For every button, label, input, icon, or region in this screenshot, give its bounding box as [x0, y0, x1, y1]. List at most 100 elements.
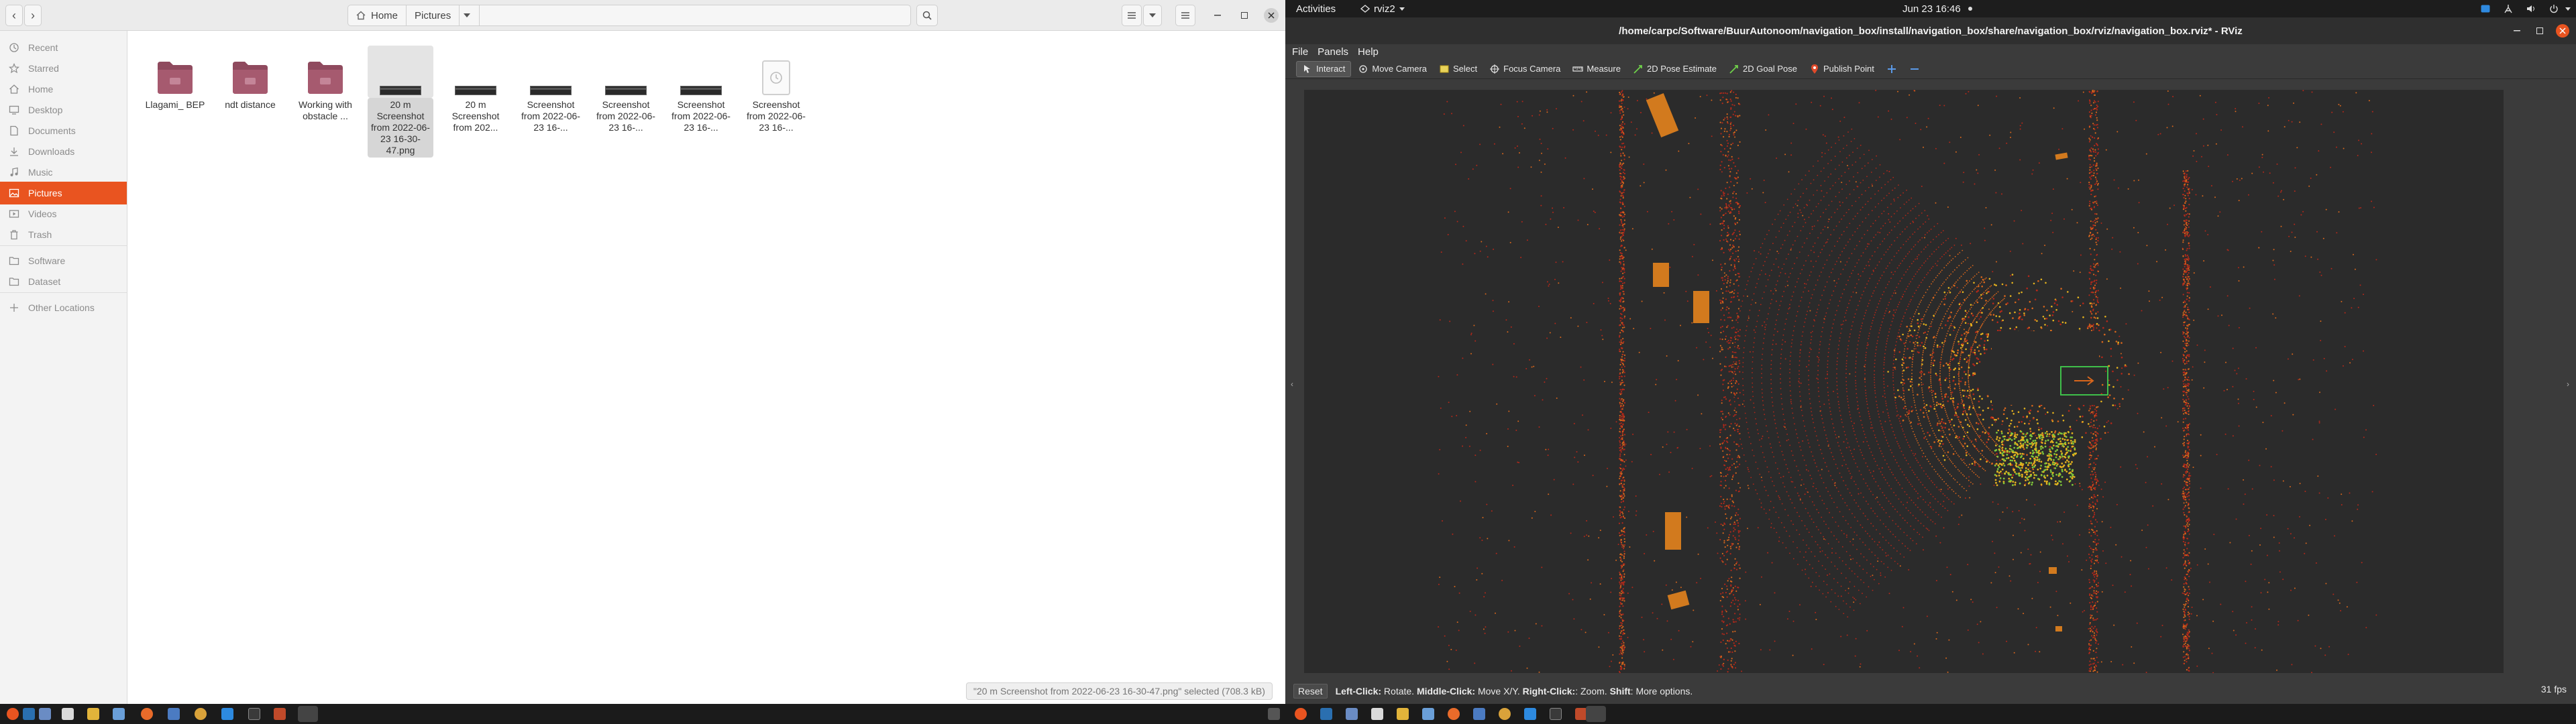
view-options-button[interactable] [1143, 5, 1162, 26]
right-dock-toggle[interactable]: › [2567, 379, 2569, 389]
file-item[interactable]: 20 m Screenshot from 2022-06-23 16-30-47… [368, 46, 433, 158]
view-list-button[interactable] [1122, 5, 1142, 26]
sidebar-item-downloads[interactable]: Downloads [0, 140, 127, 163]
cloud-point [2184, 497, 2186, 499]
tool-2d-pose-estimate[interactable]: 2D Pose Estimate [1627, 61, 1722, 77]
cloud-point [2068, 561, 2070, 562]
clock[interactable]: Jun 23 16:46 [1902, 0, 1973, 17]
cloud-point [2090, 147, 2092, 149]
add-tool-button[interactable] [1881, 61, 1902, 77]
search-button[interactable] [916, 5, 938, 26]
minimize-button[interactable] [1210, 8, 1225, 23]
sidebar-item-starred[interactable]: Starred [0, 57, 127, 80]
file-item[interactable]: Screenshot from 2022-06-23 16-... [593, 46, 659, 135]
cloud-point [2187, 308, 2189, 310]
cloud-point [2235, 634, 2237, 636]
menu-button[interactable] [1175, 5, 1195, 26]
close-button[interactable] [1264, 8, 1279, 23]
tool-select[interactable]: Select [1434, 61, 1483, 77]
cloud-point [1619, 229, 1621, 231]
sidebar-item-desktop[interactable]: Desktop [0, 99, 127, 121]
sidebar-item-recent[interactable]: Recent [0, 36, 127, 59]
sidebar-item-other-locations[interactable]: Other Locations [0, 296, 127, 319]
menu-file[interactable]: File [1292, 46, 1308, 58]
cloud-point [2188, 533, 2190, 535]
cloud-point [2184, 385, 2186, 387]
cloud-point [1790, 481, 1792, 483]
path-dropdown-button[interactable] [460, 5, 480, 25]
cloud-point [2182, 353, 2184, 355]
cloud-point [2183, 593, 2185, 595]
cloud-point [1921, 428, 1923, 430]
crumb-pictures[interactable]: Pictures [407, 5, 460, 25]
sidebar-item-dataset[interactable]: Dataset [0, 270, 127, 293]
cloud-point [1722, 97, 1724, 99]
cloud-point [1985, 458, 1986, 460]
folder-item[interactable]: ndt distance [217, 46, 283, 112]
tool-interact[interactable]: Interact [1296, 60, 1352, 77]
tool-focus-camera[interactable]: Focus Camera [1484, 61, 1566, 77]
cloud-point [2251, 488, 2253, 490]
cloud-point [2188, 466, 2190, 468]
left-dock-toggle[interactable]: ‹ [1291, 379, 1293, 389]
cloud-point [1619, 477, 1621, 479]
tool-publish-point[interactable]: Publish Point [1804, 61, 1880, 77]
file-item[interactable]: Screenshot from 2022-06-23 16-... [518, 46, 584, 135]
cloud-point [2311, 91, 2313, 93]
cloud-point [1902, 607, 1904, 609]
rviz-maximize-button[interactable] [2533, 24, 2546, 38]
sidebar-item-pictures[interactable]: Pictures [0, 182, 127, 204]
cloud-point [1618, 522, 1621, 524]
cloud-point [1448, 402, 1450, 404]
tool-measure[interactable]: Measure [1567, 61, 1626, 77]
cloud-point [1621, 347, 1623, 349]
file-item[interactable]: Screenshot from 2022-06-23 16-... [668, 46, 734, 135]
cloud-point [1978, 329, 1980, 330]
cloud-point [1623, 272, 1625, 274]
rviz-close-button[interactable] [2556, 24, 2569, 38]
tool-move-camera[interactable]: Move Camera [1352, 61, 1432, 77]
cloud-point [1539, 110, 1541, 112]
cloud-point [1733, 267, 1735, 269]
menu-help[interactable]: Help [1358, 46, 1379, 58]
menu-panels[interactable]: Panels [1318, 46, 1348, 58]
crumb-home[interactable]: Home [348, 5, 407, 25]
cloud-point [2347, 654, 2349, 656]
cloud-point [1732, 363, 1734, 365]
sidebar-item-documents[interactable]: Documents [0, 119, 127, 142]
cloud-point [1582, 414, 1583, 416]
cloud-point [2088, 99, 2091, 101]
sidebar-item-videos[interactable]: Videos [0, 202, 127, 225]
cloud-point [2186, 669, 2188, 671]
cloud-point [2186, 459, 2188, 462]
file-item[interactable]: 20 m Screenshot from 202... [443, 46, 508, 135]
folder-item[interactable]: Llagami_ BEP [142, 46, 208, 112]
3d-viewport[interactable] [1304, 90, 2504, 673]
forward-button[interactable]: › [24, 5, 42, 26]
sidebar-item-home[interactable]: Home [0, 78, 127, 101]
cloud-point [2187, 318, 2189, 320]
rviz-minimize-button[interactable] [2510, 24, 2524, 38]
folder-item[interactable]: Working with obstacle ... [292, 46, 358, 123]
sidebar-item-trash[interactable]: Trash [0, 223, 127, 246]
app-menu[interactable]: rviz2 [1360, 0, 1405, 17]
cloud-point [1952, 345, 1954, 346]
back-button[interactable]: ‹ [5, 5, 23, 26]
cloud-point [1727, 118, 1729, 120]
cloud-point [1517, 420, 1519, 422]
cloud-point [2080, 304, 2082, 306]
cloud-point [2276, 163, 2278, 165]
file-item[interactable]: Screenshot from 2022-06-23 16-... [743, 46, 809, 135]
tool-2d-goal-pose[interactable]: 2D Goal Pose [1723, 61, 1803, 77]
cloud-point [1733, 289, 1735, 291]
cloud-point [1951, 353, 1952, 355]
cloud-point [1622, 570, 1624, 572]
remove-tool-button[interactable] [1904, 61, 1925, 77]
sidebar-item-music[interactable]: Music [0, 161, 127, 184]
activities-button[interactable]: Activities [1296, 0, 1336, 17]
sidebar-item-software[interactable]: Software [0, 249, 127, 272]
system-tray[interactable] [2474, 0, 2571, 17]
cloud-point [1731, 247, 1733, 249]
cloud-point [1623, 326, 1625, 328]
maximize-button[interactable] [1237, 8, 1252, 23]
